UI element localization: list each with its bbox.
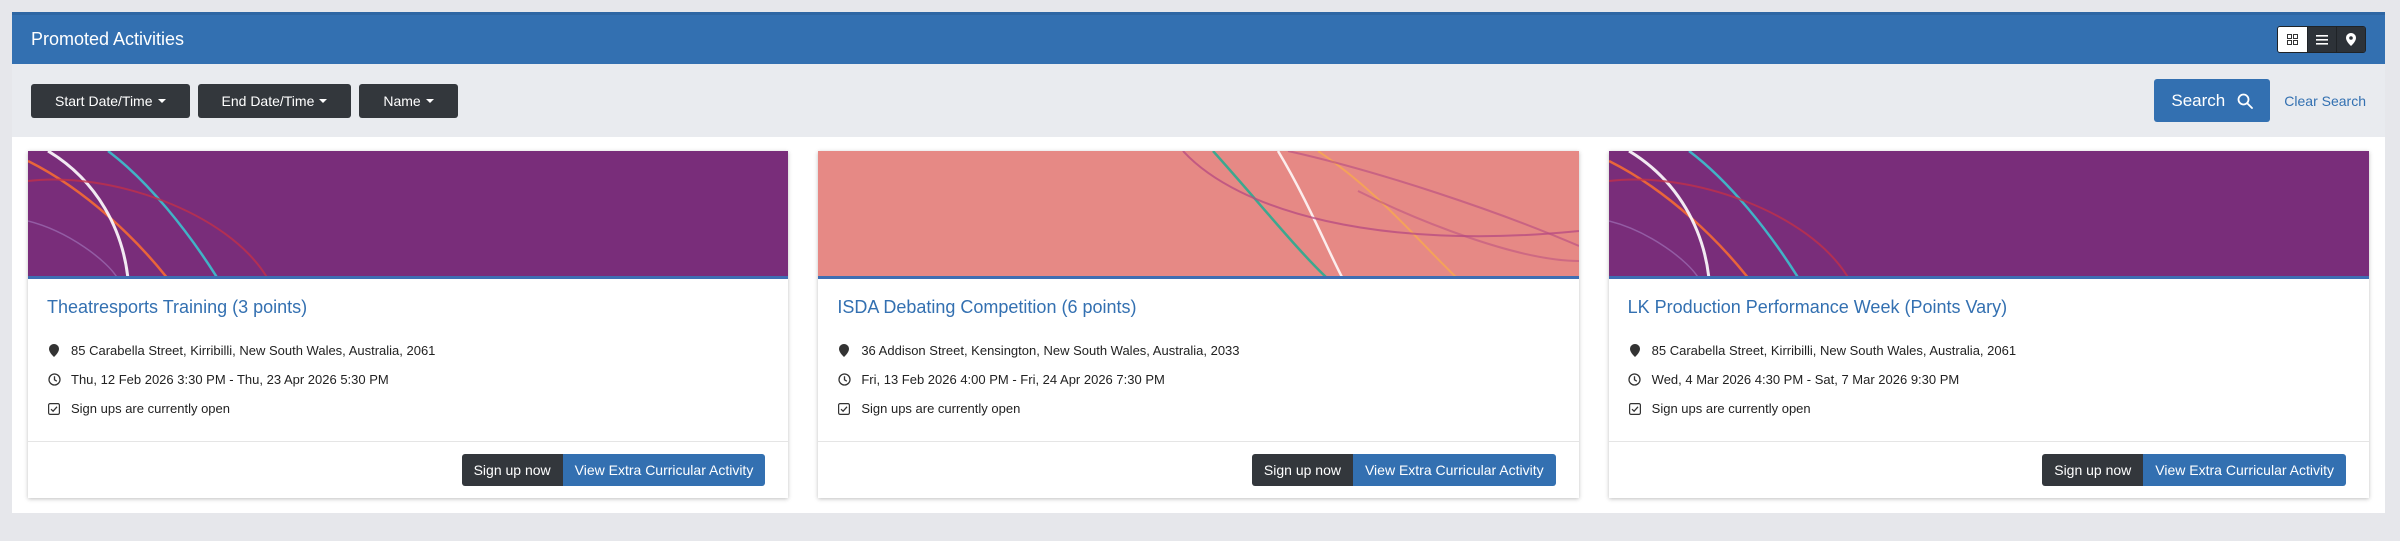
clock-icon	[47, 373, 61, 386]
list-icon	[2316, 34, 2328, 45]
view-activity-button[interactable]: View Extra Curricular Activity	[1352, 454, 1556, 486]
activity-card: Theatresports Training (3 points) 85 Car…	[28, 151, 789, 498]
card-actions: Sign up now View Extra Curricular Activi…	[1251, 454, 1556, 486]
location-row: 85 Carabella Street, Kirribilli, New Sou…	[1628, 336, 2350, 365]
start-datetime-label: Start Date/Time	[55, 92, 153, 109]
card-footer: Sign up now View Extra Curricular Activi…	[1608, 441, 2369, 498]
location-row: 36 Addison Street, Kensington, New South…	[837, 336, 1559, 365]
datetime-row: Wed, 4 Mar 2026 4:30 PM - Sat, 7 Mar 202…	[1628, 365, 2350, 394]
status-text: Sign ups are currently open	[861, 401, 1021, 416]
grid-view-button[interactable]	[2278, 27, 2307, 52]
datetime-text: Wed, 4 Mar 2026 4:30 PM - Sat, 7 Mar 202…	[1651, 372, 1960, 387]
search-label: Search	[2171, 90, 2226, 110]
sign-up-button[interactable]: Sign up now	[1251, 454, 1353, 486]
caret-down-icon	[319, 98, 328, 103]
name-dropdown[interactable]: Name	[359, 83, 458, 118]
location-text: 36 Addison Street, Kensington, New South…	[861, 343, 1240, 358]
start-datetime-dropdown[interactable]: Start Date/Time	[31, 83, 190, 118]
card-body: LK Production Performance Week (Points V…	[1609, 279, 2369, 438]
sign-up-button[interactable]: Sign up now	[2042, 454, 2144, 486]
datetime-text: Fri, 13 Feb 2026 4:00 PM - Fri, 24 Apr 2…	[861, 372, 1165, 387]
map-pin-icon	[2346, 33, 2356, 46]
activity-title-link[interactable]: Theatresports Training (3 points)	[47, 297, 769, 318]
card-footer: Sign up now View Extra Curricular Activi…	[818, 441, 1579, 498]
search-button[interactable]: Search	[2154, 79, 2271, 122]
search-icon	[2237, 93, 2254, 109]
checkbox-checked-icon	[47, 402, 61, 415]
map-marker-icon	[47, 344, 61, 357]
location-row: 85 Carabella Street, Kirribilli, New Sou…	[47, 336, 769, 365]
grid-icon	[2287, 34, 2298, 45]
datetime-row: Fri, 13 Feb 2026 4:00 PM - Fri, 24 Apr 2…	[837, 365, 1559, 394]
card-banner	[818, 151, 1579, 279]
checkbox-checked-icon	[837, 402, 851, 415]
checkbox-checked-icon	[1628, 402, 1642, 415]
card-banner	[28, 151, 789, 279]
caret-down-icon	[425, 98, 434, 103]
status-text: Sign ups are currently open	[1651, 401, 1811, 416]
filter-bar: Start Date/Time End Date/Time Name Searc…	[12, 64, 2385, 137]
panel-header: Promoted Activities	[12, 12, 2385, 64]
activity-card: LK Production Performance Week (Points V…	[1608, 151, 2369, 498]
activity-card: ISDA Debating Competition (6 points) 36 …	[818, 151, 1579, 498]
sign-up-button[interactable]: Sign up now	[461, 454, 563, 486]
location-text: 85 Carabella Street, Kirribilli, New Sou…	[1651, 343, 2017, 358]
caret-down-icon	[157, 98, 166, 103]
map-marker-icon	[837, 344, 851, 357]
map-marker-icon	[1628, 344, 1642, 357]
card-footer: Sign up now View Extra Curricular Activi…	[28, 441, 789, 498]
status-row: Sign ups are currently open	[47, 394, 769, 423]
location-text: 85 Carabella Street, Kirribilli, New Sou…	[71, 343, 436, 358]
promoted-activities-panel: Promoted Activities Start Date/Time End …	[12, 12, 2385, 513]
card-body: ISDA Debating Competition (6 points) 36 …	[818, 279, 1578, 438]
clock-icon	[1628, 373, 1642, 386]
activity-title-link[interactable]: ISDA Debating Competition (6 points)	[837, 297, 1559, 318]
clear-search-link[interactable]: Clear Search	[2284, 93, 2366, 109]
view-activity-button[interactable]: View Extra Curricular Activity	[562, 454, 766, 486]
datetime-text: Thu, 12 Feb 2026 3:30 PM - Thu, 23 Apr 2…	[71, 372, 389, 387]
datetime-row: Thu, 12 Feb 2026 3:30 PM - Thu, 23 Apr 2…	[47, 365, 769, 394]
view-activity-button[interactable]: View Extra Curricular Activity	[2143, 454, 2346, 486]
card-actions: Sign up now View Extra Curricular Activi…	[461, 454, 766, 486]
card-actions: Sign up now View Extra Curricular Activi…	[2042, 454, 2346, 486]
status-row: Sign ups are currently open	[1628, 394, 2350, 423]
card-banner	[1608, 151, 2369, 279]
map-view-button[interactable]	[2336, 27, 2365, 52]
status-row: Sign ups are currently open	[837, 394, 1559, 423]
panel-title: Promoted Activities	[31, 29, 185, 49]
search-area: Search Clear Search	[2154, 79, 2366, 122]
activity-title-link[interactable]: LK Production Performance Week (Points V…	[1628, 297, 2350, 318]
status-text: Sign ups are currently open	[71, 401, 230, 416]
clock-icon	[837, 373, 851, 386]
activity-cards: Theatresports Training (3 points) 85 Car…	[12, 137, 2385, 498]
end-datetime-dropdown[interactable]: End Date/Time	[197, 83, 352, 118]
end-datetime-label: End Date/Time	[221, 92, 315, 109]
name-label: Name	[383, 92, 421, 109]
view-toggle	[2277, 26, 2366, 53]
card-body: Theatresports Training (3 points) 85 Car…	[28, 279, 788, 438]
list-view-button[interactable]	[2307, 27, 2336, 52]
filter-buttons: Start Date/Time End Date/Time Name	[31, 83, 458, 118]
